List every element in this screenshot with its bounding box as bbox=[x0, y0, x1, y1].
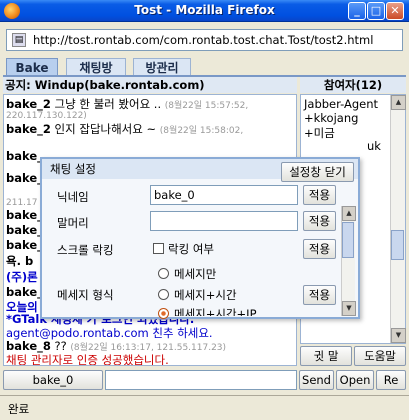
tab-room-admin[interactable]: 방관리 bbox=[133, 58, 191, 76]
apply-nickname-button[interactable]: 적용 bbox=[303, 185, 336, 205]
scroll-up-icon[interactable]: ▲ bbox=[391, 95, 406, 110]
minimize-button[interactable]: _ bbox=[348, 2, 366, 20]
re-button[interactable]: Re bbox=[376, 370, 406, 390]
format-radio-message-only[interactable] bbox=[158, 268, 169, 279]
chat-partial: (주)론 bbox=[6, 270, 38, 284]
scroll-lock-label: 스크롤 락킹 bbox=[57, 243, 114, 257]
message-input[interactable] bbox=[105, 370, 297, 390]
format-radio-message-time-ip[interactable] bbox=[158, 308, 169, 319]
chat-nick: bake_8 bbox=[6, 339, 51, 353]
nickname-label: 닉네임 bbox=[57, 190, 89, 204]
participant-item[interactable]: +kkojang bbox=[304, 111, 358, 125]
chat-meta: (8월22일 15:57:52, bbox=[164, 101, 249, 111]
participant-item[interactable]: Jabber-Agent bbox=[304, 97, 378, 111]
close-button[interactable]: ✕ bbox=[386, 2, 404, 20]
format-option-label: 메세지+시간 bbox=[174, 288, 237, 302]
apply-format-button[interactable]: 적용 bbox=[303, 285, 336, 305]
chat-text: 그냥 한 불러 봤어요 .. bbox=[54, 97, 162, 111]
status-text: 완료 bbox=[8, 402, 30, 416]
apply-scroll-lock-button[interactable]: 적용 bbox=[303, 239, 336, 259]
scroll-down-icon[interactable]: ▼ bbox=[342, 301, 356, 316]
page-icon: ▤ bbox=[12, 33, 26, 47]
chat-partial-ip: 211.17 bbox=[6, 198, 38, 208]
scroll-lock-checkbox[interactable] bbox=[153, 243, 164, 254]
tab-chatroom[interactable]: 채팅방 bbox=[66, 58, 126, 76]
chat-partial: bake_ bbox=[6, 208, 43, 222]
help-button[interactable]: 도움말 bbox=[354, 346, 406, 366]
chat-message: bake_2 인지 잡답나해서요 ~ (8월22일 15:58:02, bbox=[6, 121, 243, 137]
chat-text: 인지 잡답나해서요 ~ bbox=[54, 122, 157, 136]
url-text[interactable]: http://tost.rontab.com/com.rontab.tost.c… bbox=[33, 33, 373, 47]
scroll-lock-option: 락킹 여부 bbox=[168, 242, 214, 256]
chat-meta: (8월22일 15:58:02, bbox=[159, 126, 244, 136]
chat-nick: bake_2 bbox=[6, 122, 51, 136]
chat-partial: bake_ bbox=[6, 223, 43, 237]
maximize-button[interactable]: □ bbox=[367, 2, 385, 20]
participant-item-partial[interactable]: uk bbox=[367, 139, 381, 153]
participants-header: 참여자(12) bbox=[300, 77, 406, 93]
message-format-label: 메세지 형식 bbox=[57, 288, 114, 302]
send-button[interactable]: Send bbox=[299, 370, 334, 390]
chat-nick: bake_2 bbox=[6, 97, 51, 111]
chat-admin-message: 채팅 관리자로 인증 성공했습니다. bbox=[6, 353, 169, 366]
nickname-button[interactable]: bake_0 bbox=[3, 370, 103, 390]
open-button[interactable]: Open bbox=[336, 370, 374, 390]
nickname-input[interactable]: bake_0 bbox=[150, 185, 298, 205]
chat-partial: bake_ bbox=[6, 171, 43, 185]
format-radio-message-time[interactable] bbox=[158, 289, 169, 300]
participants-scrollbar[interactable]: ▲ ▼ bbox=[390, 95, 406, 343]
notice-bar: 공지: Windup(bake.rontab.com) bbox=[3, 77, 297, 93]
whisper-button[interactable]: 귓 말 bbox=[300, 346, 352, 366]
scroll-up-icon[interactable]: ▲ bbox=[342, 206, 356, 221]
chat-message: bake_8 ?? (8월22일 16:13:17, 121.55.117.23… bbox=[6, 339, 226, 353]
participants-scroll-thumb[interactable] bbox=[391, 230, 404, 260]
tab-bake[interactable]: Bake bbox=[6, 58, 58, 76]
status-bar bbox=[0, 395, 409, 420]
chat-partial: bake_ bbox=[6, 238, 43, 252]
chat-partial: bake_ bbox=[6, 149, 43, 163]
chat-partial: bake_ bbox=[6, 285, 43, 299]
chat-ip: 220.117.130.122) bbox=[6, 111, 87, 121]
scroll-down-icon[interactable]: ▼ bbox=[391, 328, 406, 343]
participant-item[interactable]: +미금 bbox=[304, 125, 335, 141]
chat-partial: 욕. b bbox=[6, 254, 34, 268]
chat-message: bake_2 그냥 한 불러 봤어요 .. (8월22일 15:57:52, bbox=[6, 96, 248, 112]
format-option-label: 메세지만 bbox=[174, 267, 217, 281]
chat-text: ?? bbox=[54, 339, 67, 353]
prefix-label: 말머리 bbox=[57, 216, 89, 230]
close-settings-button[interactable]: 설정창 닫기 bbox=[281, 162, 354, 182]
prefix-input[interactable] bbox=[150, 211, 298, 231]
format-option-label: 메세지+시간+IP bbox=[174, 307, 257, 316]
apply-prefix-button[interactable]: 적용 bbox=[303, 211, 336, 231]
dialog-scroll-thumb[interactable] bbox=[342, 222, 354, 258]
